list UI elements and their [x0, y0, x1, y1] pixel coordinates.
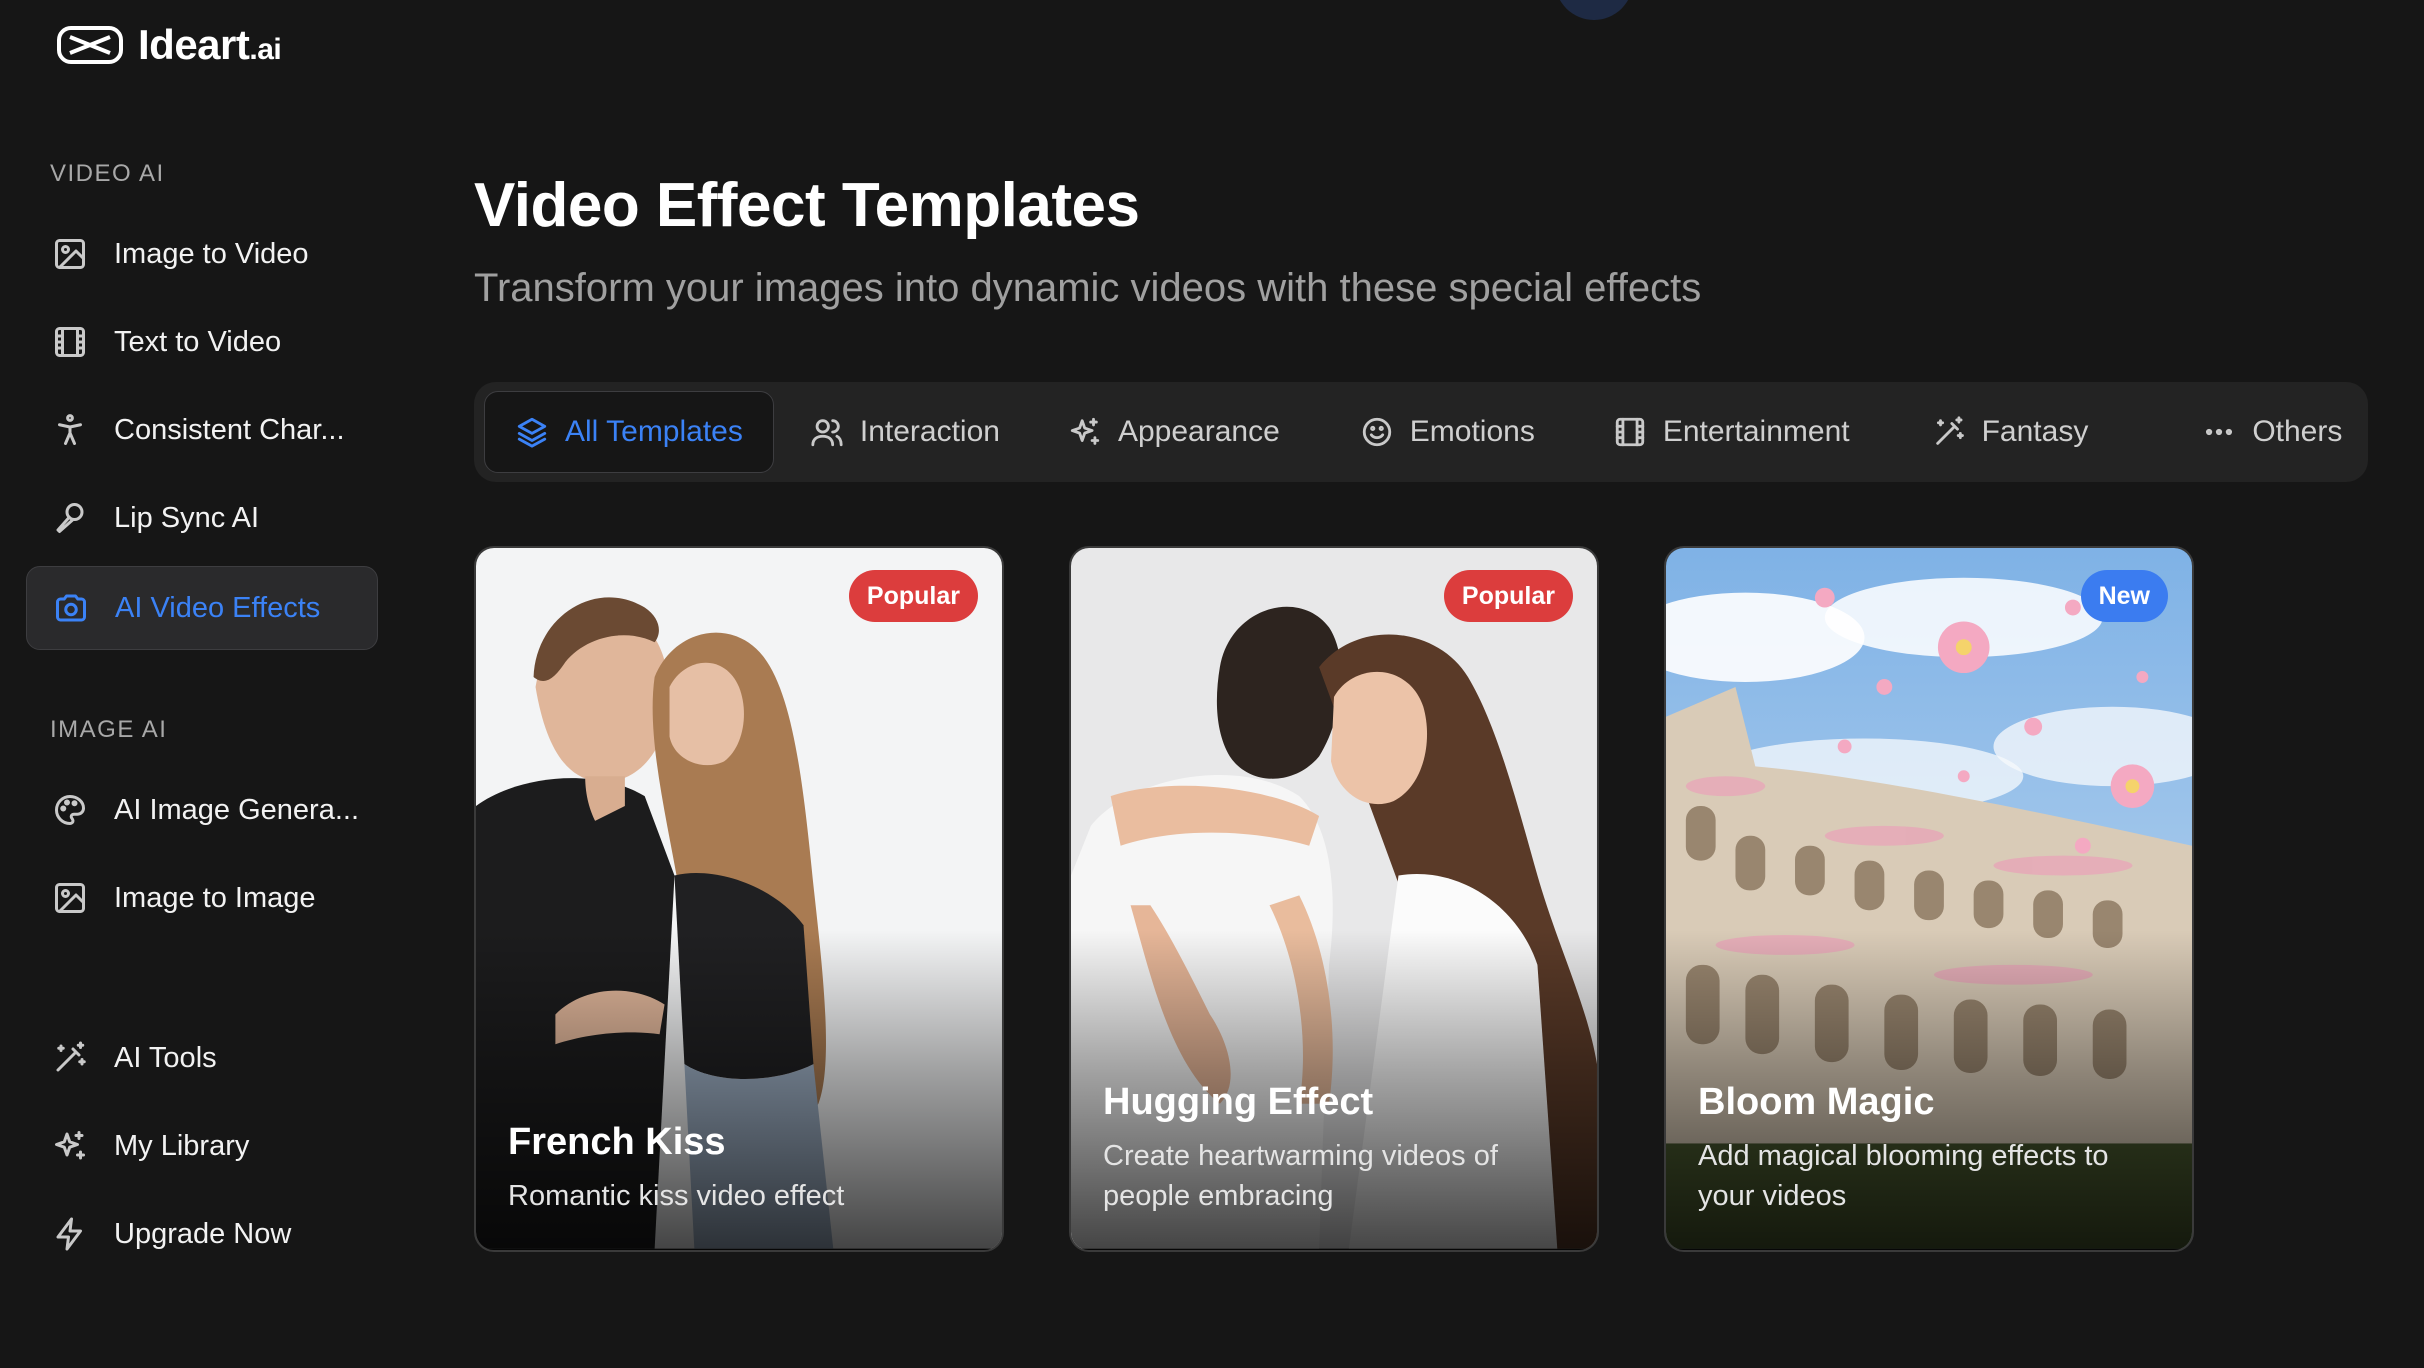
tab-label: Entertainment: [1662, 415, 1850, 448]
tab-label: Appearance: [1117, 415, 1280, 448]
tab-label: All Templates: [565, 415, 743, 448]
microphone-icon: [56, 503, 84, 533]
card-text: Hugging Effect Create heartwarming video…: [1103, 1081, 1565, 1216]
sparkles-icon: [55, 1131, 85, 1160]
sidebar-item-my-library[interactable]: My Library: [26, 1104, 378, 1188]
sidebar-item-image-to-image[interactable]: Image to Image: [26, 856, 378, 940]
section-title-video-ai: VIDEO AI: [50, 160, 165, 187]
badge-popular: Popular: [848, 570, 978, 622]
card-description: Create heartwarming videos of people emb…: [1103, 1140, 1498, 1212]
card-title: Hugging Effect: [1103, 1081, 1374, 1123]
sidebar-item-ai-tools[interactable]: AI Tools: [26, 1016, 378, 1100]
sidebar-item-label: AI Tools: [114, 1041, 217, 1074]
section-title-image-ai: IMAGE AI: [50, 716, 168, 743]
sparkles-icon: [1070, 417, 1100, 445]
brand-name: Ideart.ai: [138, 21, 282, 68]
sidebar-item-ai-image-generator[interactable]: AI Image Genera...: [26, 768, 378, 852]
magic-wand-icon: [56, 1041, 86, 1072]
camera-icon: [56, 594, 86, 622]
sidebar-item-label: Image to Video: [114, 237, 309, 270]
card-text: Bloom Magic Add magical blooming effects…: [1698, 1081, 2160, 1216]
badge-popular: Popular: [1443, 570, 1573, 622]
sidebar-item-text-to-video[interactable]: Text to Video: [26, 300, 378, 384]
image-icon: [55, 239, 85, 269]
tab-others[interactable]: Others: [2172, 391, 2372, 473]
sidebar-item-label: Image to Image: [114, 881, 316, 914]
lightning-icon: [56, 1217, 82, 1251]
sidebar-item-label: AI Image Genera...: [114, 793, 360, 826]
page-title: Video Effect Templates: [474, 171, 1140, 240]
sidebar-item-upgrade-now[interactable]: Upgrade Now: [26, 1192, 378, 1276]
sidebar-item-image-to-video[interactable]: Image to Video: [26, 212, 378, 296]
sidebar-item-label: Lip Sync AI: [114, 501, 260, 534]
template-card-french-kiss[interactable]: Popular French Kiss Romantic kiss video …: [474, 546, 1004, 1252]
sidebar-item-label: Consistent Char...: [114, 413, 345, 446]
template-card-hugging-effect[interactable]: Popular Hugging Effect Create heartwarmi…: [1069, 546, 1599, 1252]
page-subtitle: Transform your images into dynamic video…: [474, 266, 1702, 310]
film-icon: [1615, 417, 1644, 447]
magic-wand-icon: [1935, 416, 1964, 445]
users-icon: [811, 419, 843, 447]
logo-icon: [57, 26, 123, 64]
user-avatar[interactable]: [1555, 0, 1633, 20]
layers-icon: [517, 417, 547, 448]
sidebar-item-lip-sync[interactable]: Lip Sync AI: [26, 476, 378, 560]
tab-interaction[interactable]: Interaction: [780, 391, 1030, 473]
sidebar-item-consistent-character[interactable]: Consistent Char...: [26, 388, 378, 472]
palette-icon: [55, 795, 85, 825]
tab-emotions[interactable]: Emotions: [1330, 391, 1565, 473]
tab-fantasy[interactable]: Fantasy: [1902, 391, 2119, 473]
card-title: French Kiss: [508, 1121, 726, 1163]
brand-logo[interactable]: Ideart.ai: [56, 20, 282, 70]
tab-entertainment[interactable]: Entertainment: [1583, 391, 1880, 473]
tab-label: Fantasy: [1981, 415, 2089, 448]
film-icon: [55, 327, 85, 357]
category-tabs: All Templates Interaction Appearance Emo…: [474, 382, 2368, 482]
sidebar-item-label: Text to Video: [114, 325, 282, 358]
template-card-bloom-magic[interactable]: New Bloom Magic Add magical blooming eff…: [1664, 546, 2194, 1252]
tab-all-templates[interactable]: All Templates: [484, 391, 774, 473]
tab-appearance[interactable]: Appearance: [1038, 391, 1310, 473]
sidebar-item-label: AI Video Effects: [115, 591, 321, 624]
smile-icon: [1362, 417, 1391, 447]
sidebar-item-label: My Library: [114, 1129, 250, 1162]
card-description: Add magical blooming effects to your vid…: [1698, 1140, 2109, 1212]
image-icon: [55, 883, 85, 913]
person-icon: [58, 414, 82, 445]
card-title: Bloom Magic: [1698, 1081, 1935, 1123]
sidebar-item-label: Upgrade Now: [114, 1217, 292, 1250]
more-icon: [2206, 428, 2233, 436]
card-text: French Kiss Romantic kiss video effect: [508, 1121, 970, 1216]
sidebar: Ideart.ai VIDEO AI Image to Video Text t…: [0, 0, 400, 1368]
card-description: Romantic kiss video effect: [508, 1180, 845, 1212]
tab-label: Others: [2252, 415, 2343, 448]
sidebar-item-ai-video-effects[interactable]: AI Video Effects: [26, 566, 378, 650]
badge-new: New: [2080, 570, 2168, 622]
tab-label: Interaction: [859, 415, 1000, 448]
tab-label: Emotions: [1409, 415, 1535, 448]
